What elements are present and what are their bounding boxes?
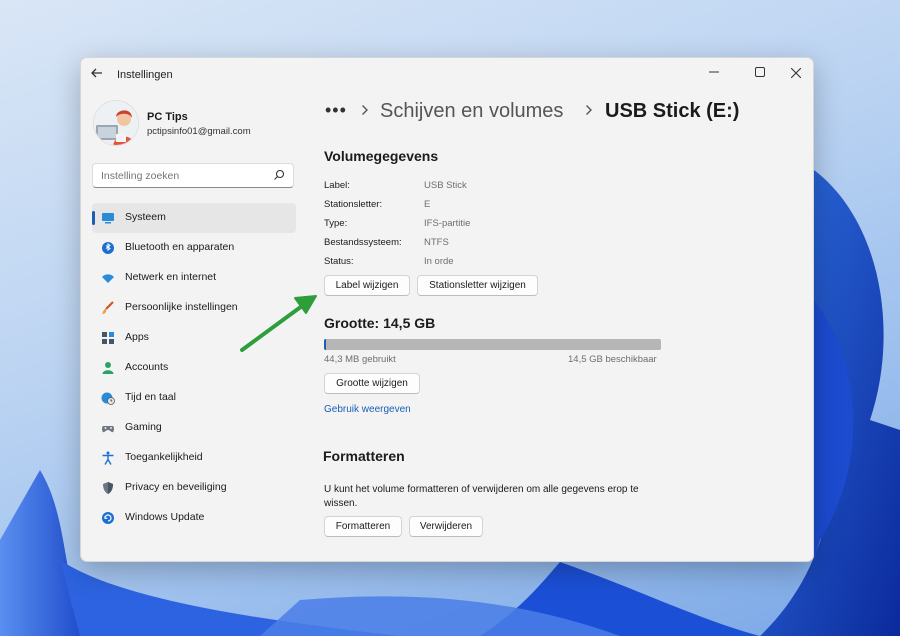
sidebar-item-toegankelijkheid[interactable]: Toegankelijkheid [92, 443, 296, 473]
prop-key: Bestandssysteem: [324, 237, 402, 248]
storage-usage-bar [324, 339, 661, 350]
prop-value: IFS-partitie [424, 218, 471, 229]
sidebar-item-label: Apps [125, 331, 149, 343]
prop-value: NTFS [424, 237, 449, 248]
close-icon [790, 67, 802, 79]
sidebar-item-label: Netwerk en internet [125, 271, 217, 283]
delete-button[interactable]: Verwijderen [409, 516, 483, 537]
used-space-text: 44,3 MB gebruikt [324, 354, 396, 365]
sidebar-item-label: Privacy en beveiliging [125, 481, 227, 493]
sidebar-item-netwerk[interactable]: Netwerk en internet [92, 263, 296, 293]
sidebar-item-apps[interactable]: Apps [92, 323, 296, 353]
selection-indicator [92, 211, 95, 225]
page-title: USB Stick (E:) [605, 100, 740, 122]
maximize-button[interactable] [743, 62, 777, 84]
free-space-text: 14,5 GB beschikbaar [568, 354, 657, 365]
sidebar-item-systeem[interactable]: Systeem [92, 203, 296, 233]
sidebar-item-bluetooth[interactable]: Bluetooth en apparaten [92, 233, 296, 263]
sidebar-nav: Systeem Bluetooth en apparaten Netwerk e… [92, 203, 296, 533]
change-drive-letter-button[interactable]: Stationsletter wijzigen [417, 275, 538, 296]
prop-key: Label: [324, 180, 350, 191]
prop-key: Status: [324, 256, 354, 267]
avatar [93, 100, 139, 146]
sidebar-item-label: Toegankelijkheid [125, 451, 203, 463]
accessibility-icon [102, 451, 114, 465]
size-section-title: Grootte: 14,5 GB [324, 315, 436, 331]
bluetooth-icon [102, 242, 114, 254]
minimize-button[interactable] [697, 62, 731, 84]
sidebar-item-windows-update[interactable]: Windows Update [92, 503, 296, 533]
person-icon [102, 362, 114, 374]
prop-value: E [424, 199, 431, 210]
profile-email: pctipsinfo01@gmail.com [147, 126, 251, 137]
sidebar-item-tijd[interactable]: Tijd en taal [92, 383, 296, 413]
apps-icon [102, 332, 114, 344]
format-button[interactable]: Formatteren [324, 516, 402, 537]
sidebar-item-label: Systeem [125, 211, 166, 223]
chevron-right-icon [361, 103, 369, 121]
wifi-icon [102, 274, 114, 283]
format-section-title: Formatteren [323, 448, 405, 464]
sidebar-item-label: Bluetooth en apparaten [125, 241, 235, 253]
shield-icon [103, 482, 113, 494]
sidebar-item-accounts[interactable]: Accounts [92, 353, 296, 383]
sidebar-item-label: Persoonlijke instellingen [125, 301, 238, 313]
prop-key: Stationsletter: [324, 199, 383, 210]
prop-value: In orde [424, 256, 454, 267]
sidebar-item-label: Accounts [125, 361, 169, 373]
gamepad-icon [102, 426, 114, 433]
update-icon [102, 512, 114, 524]
search-icon[interactable] [273, 169, 285, 181]
format-description: U kunt het volume formatteren of verwijd… [324, 484, 639, 509]
maximize-icon [755, 67, 765, 77]
globe-clock-icon [101, 392, 115, 405]
profile-name: PC Tips [147, 111, 188, 123]
minimize-icon [709, 71, 719, 73]
title-bar: Instellingen [81, 58, 813, 90]
sidebar-item-gaming[interactable]: Gaming [92, 413, 296, 443]
sidebar-item-privacy[interactable]: Privacy en beveiliging [92, 473, 296, 503]
window-title: Instellingen [117, 69, 173, 81]
sidebar-item-label: Windows Update [125, 511, 205, 523]
sidebar-item-persoonlijk[interactable]: Persoonlijke instellingen [92, 293, 296, 323]
storage-usage-fill [324, 339, 326, 350]
close-button[interactable] [779, 62, 813, 84]
breadcrumb-more-button[interactable]: ••• [325, 100, 347, 121]
back-arrow-icon[interactable] [90, 66, 106, 82]
change-label-button[interactable]: Label wijzigen [324, 275, 410, 296]
change-size-button[interactable]: Grootte wijzigen [324, 373, 420, 394]
search-box[interactable] [92, 163, 294, 188]
sidebar-item-label: Gaming [125, 421, 162, 433]
chevron-right-icon [585, 103, 593, 121]
search-input[interactable] [101, 170, 261, 182]
settings-window: Instellingen PC Tips pctipsinfo01@gmail.… [80, 57, 814, 562]
prop-value: USB Stick [424, 180, 467, 191]
view-usage-link[interactable]: Gebruik weergeven [324, 404, 411, 415]
monitor-icon [102, 213, 114, 224]
prop-key: Type: [324, 218, 348, 229]
volume-section-title: Volumegegevens [324, 148, 439, 164]
brush-icon [102, 301, 114, 314]
sidebar-item-label: Tijd en taal [125, 391, 176, 403]
breadcrumb-parent[interactable]: Schijven en volumes [380, 100, 563, 123]
